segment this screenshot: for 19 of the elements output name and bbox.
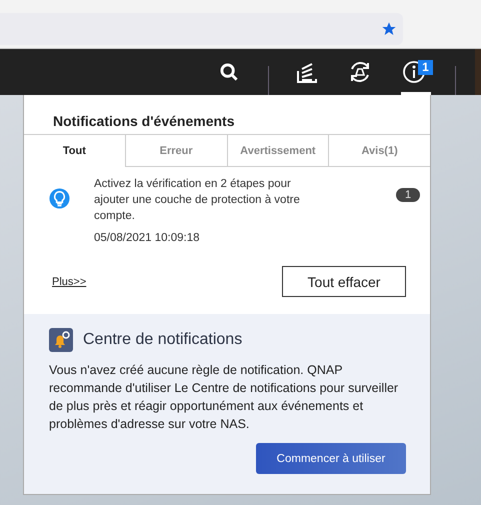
get-started-button[interactable]: Commencer à utiliser [256,443,406,474]
star-icon[interactable] [381,21,397,37]
notification-message: Activez la vérification en 2 étapes pour ajouter une couche de protection à votre compte. [94,177,301,224]
filter-tab[interactable]: Erreur [124,135,226,167]
sync-icon[interactable] [349,61,371,83]
section-title: Centre de notifications [83,331,242,349]
count-badge: 1 [396,188,420,202]
panel-title: Notifications d'événements [52,112,236,131]
stack-icon[interactable] [297,62,317,83]
search-icon[interactable] [220,63,239,82]
info-paragraph: Vous n'avez créé aucune règle de notification. QNAP recommande d'utiliser Le Centre de notifications pour surveiller de plus près et réagir opportunément aux événements et problèmes d'adresse sur votre NAS. [49,362,400,433]
notification-badge: 1 [418,60,433,75]
filter-tab[interactable]: Avis(1) [328,135,430,167]
clear-all-button[interactable]: Tout effacer [282,266,406,297]
more-link[interactable]: Plus>> [52,276,86,288]
lightbulb-icon [49,188,70,209]
notification-time: 05/08/2021 10:09:18 [94,232,201,244]
bell-gear-icon [49,328,73,352]
filter-tab[interactable]: Avertissement [226,135,328,167]
